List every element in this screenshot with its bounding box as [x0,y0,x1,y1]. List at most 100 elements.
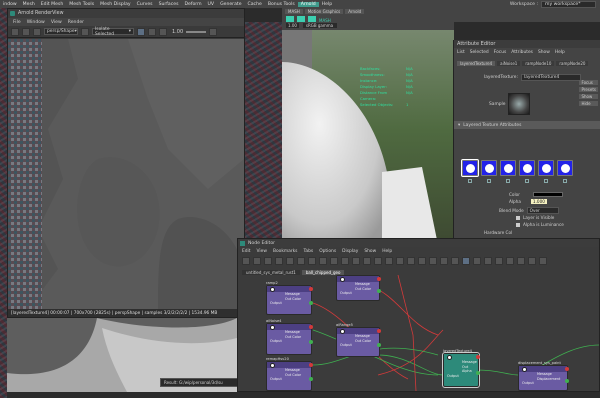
ne-menu-edit[interactable]: Edit [242,249,251,254]
shelf-tab-arnold[interactable]: Arnold [345,9,365,14]
ne-menu-options[interactable]: Options [319,249,336,254]
main-menu-cache[interactable]: Cache [245,2,265,7]
main-menu-arnold[interactable]: Arnold [297,1,319,7]
ne-tool-button[interactable] [462,257,470,265]
node-graph-canvas[interactable]: ramp2MessageOut ColorOutputremapHsv16Mes… [238,275,599,391]
node-connector-pin[interactable] [309,301,313,305]
ne-menu-help[interactable]: Help [382,249,392,254]
node-connector-pin[interactable] [377,329,381,333]
node-connector-pin[interactable] [476,355,480,359]
presets-button[interactable]: Presets [579,87,598,92]
node-connector-pin[interactable] [377,277,381,281]
ne-tool-button[interactable] [396,257,404,265]
ne-menu-display[interactable]: Display [342,249,358,254]
main-menu-uv[interactable]: UV [205,2,218,7]
ne-tool-button[interactable] [319,257,327,265]
ne-tool-button[interactable] [495,257,503,265]
ne-tool-button[interactable] [484,257,492,265]
ne-tool-button[interactable] [330,257,338,265]
rv-menu-render[interactable]: Render [68,20,84,25]
main-menu-help[interactable]: Help [319,2,335,7]
ne-tool-button[interactable] [275,257,283,265]
ae-tab[interactable]: rampNode20 [556,61,589,66]
ne-tool-button[interactable] [363,257,371,265]
color-channel-button[interactable] [33,27,41,36]
show-button[interactable]: Show [579,94,598,99]
remove-layer-icon[interactable] [544,179,548,183]
layer-swatch[interactable] [557,160,573,176]
ne-tool-button[interactable] [418,257,426,265]
layer-swatch[interactable] [461,159,479,177]
node-connector-pin[interactable] [377,343,381,347]
shader-node[interactable]: Message Out Color Output [336,327,381,357]
main-menu-curves[interactable]: Curves [134,2,156,7]
store-button[interactable] [22,27,30,36]
ne-tool-button[interactable] [440,257,448,265]
node-connector-pin[interactable] [309,340,313,344]
ne-menu-show[interactable]: Show [364,249,376,254]
main-menu-deform[interactable]: Deform [181,2,204,7]
focus-button[interactable]: Focus [579,80,598,85]
ne-tool-button[interactable] [539,257,547,265]
node-output-port[interactable]: Output [444,374,478,379]
node-output-port[interactable]: Output [267,339,311,344]
ne-tool-button[interactable] [242,257,250,265]
ne-tool-button[interactable] [308,257,316,265]
shader-node[interactable]: Message Out Color Output [266,361,313,391]
main-menu-edit-mesh[interactable]: Edit Mesh [38,2,66,7]
ae-tab[interactable]: rampNode10 [522,61,555,66]
ne-menu-view[interactable]: View [257,249,267,254]
shader-node[interactable]: Message Out Alpha Output [442,352,480,388]
crop-button[interactable] [148,27,156,36]
node-output-port[interactable]: Output [519,381,567,386]
ne-tool-button[interactable] [253,257,261,265]
main-menu-mesh-display[interactable]: Mesh Display [97,2,134,7]
color-swatch[interactable] [532,192,563,197]
snapshot-button[interactable] [11,27,19,36]
ne-tool-button[interactable] [352,257,360,265]
node-connector-pin[interactable] [565,367,569,371]
lut-button[interactable] [209,27,218,36]
ne-menu-tabs[interactable]: Tabs [303,249,313,254]
isolate-dropdown[interactable]: Isolate Selected ▾ [92,27,134,37]
ne-tool-button[interactable] [264,257,272,265]
aov-button[interactable] [81,27,89,36]
layer-swatch[interactable] [481,160,497,176]
node-connector-pin[interactable] [377,289,381,293]
ae-tab[interactable]: layeredTexture4 [457,61,496,66]
ne-tool-button[interactable] [297,257,305,265]
ne-tool-button[interactable] [429,257,437,265]
layer-swatch[interactable] [519,160,535,176]
ne-tool-button[interactable] [451,257,459,265]
blend-mode-dropdown[interactable]: Over [526,207,559,214]
workspace-dropdown[interactable]: my workspace* [541,1,596,8]
exposure-slider[interactable] [186,30,207,33]
node-output-port[interactable]: Output [337,343,379,348]
shader-node[interactable]: Message Out Color Output [266,323,313,355]
ae-tab[interactable]: aiNoise1 [497,61,521,66]
node-output-port[interactable]: Output [267,377,311,382]
remove-layer-icon[interactable] [468,179,472,183]
workspace-selector[interactable]: Workspace : my workspace* [510,1,596,8]
ne-tool-button[interactable] [407,257,415,265]
node-output-port[interactable]: Output [267,301,311,306]
node-connector-pin[interactable] [476,371,480,375]
colorspace-dropdown[interactable]: sRGB gamma [302,23,337,28]
main-menu-mesh[interactable]: Mesh [20,2,38,7]
node-output-port[interactable]: Output [337,291,379,296]
ne-tool-button[interactable] [506,257,514,265]
ae-menu-selected[interactable]: Selected [470,50,489,55]
main-menu-surfaces[interactable]: Surfaces [156,2,182,7]
ne-tool-button[interactable] [473,257,481,265]
ne-tool-button[interactable] [286,257,294,265]
ae-menu-focus[interactable]: Focus [494,50,507,55]
remove-layer-icon[interactable] [563,179,567,183]
render-button[interactable] [137,27,145,36]
node-connector-pin[interactable] [309,363,313,367]
main-menu-mesh-tools[interactable]: Mesh Tools [66,2,97,7]
layer-swatch[interactable] [500,160,516,176]
ae-menu-list[interactable]: List [457,50,465,55]
exposure-field[interactable]: 1.00 [286,23,299,28]
ae-menu-show[interactable]: Show [538,50,550,55]
ne-tool-button[interactable] [341,257,349,265]
